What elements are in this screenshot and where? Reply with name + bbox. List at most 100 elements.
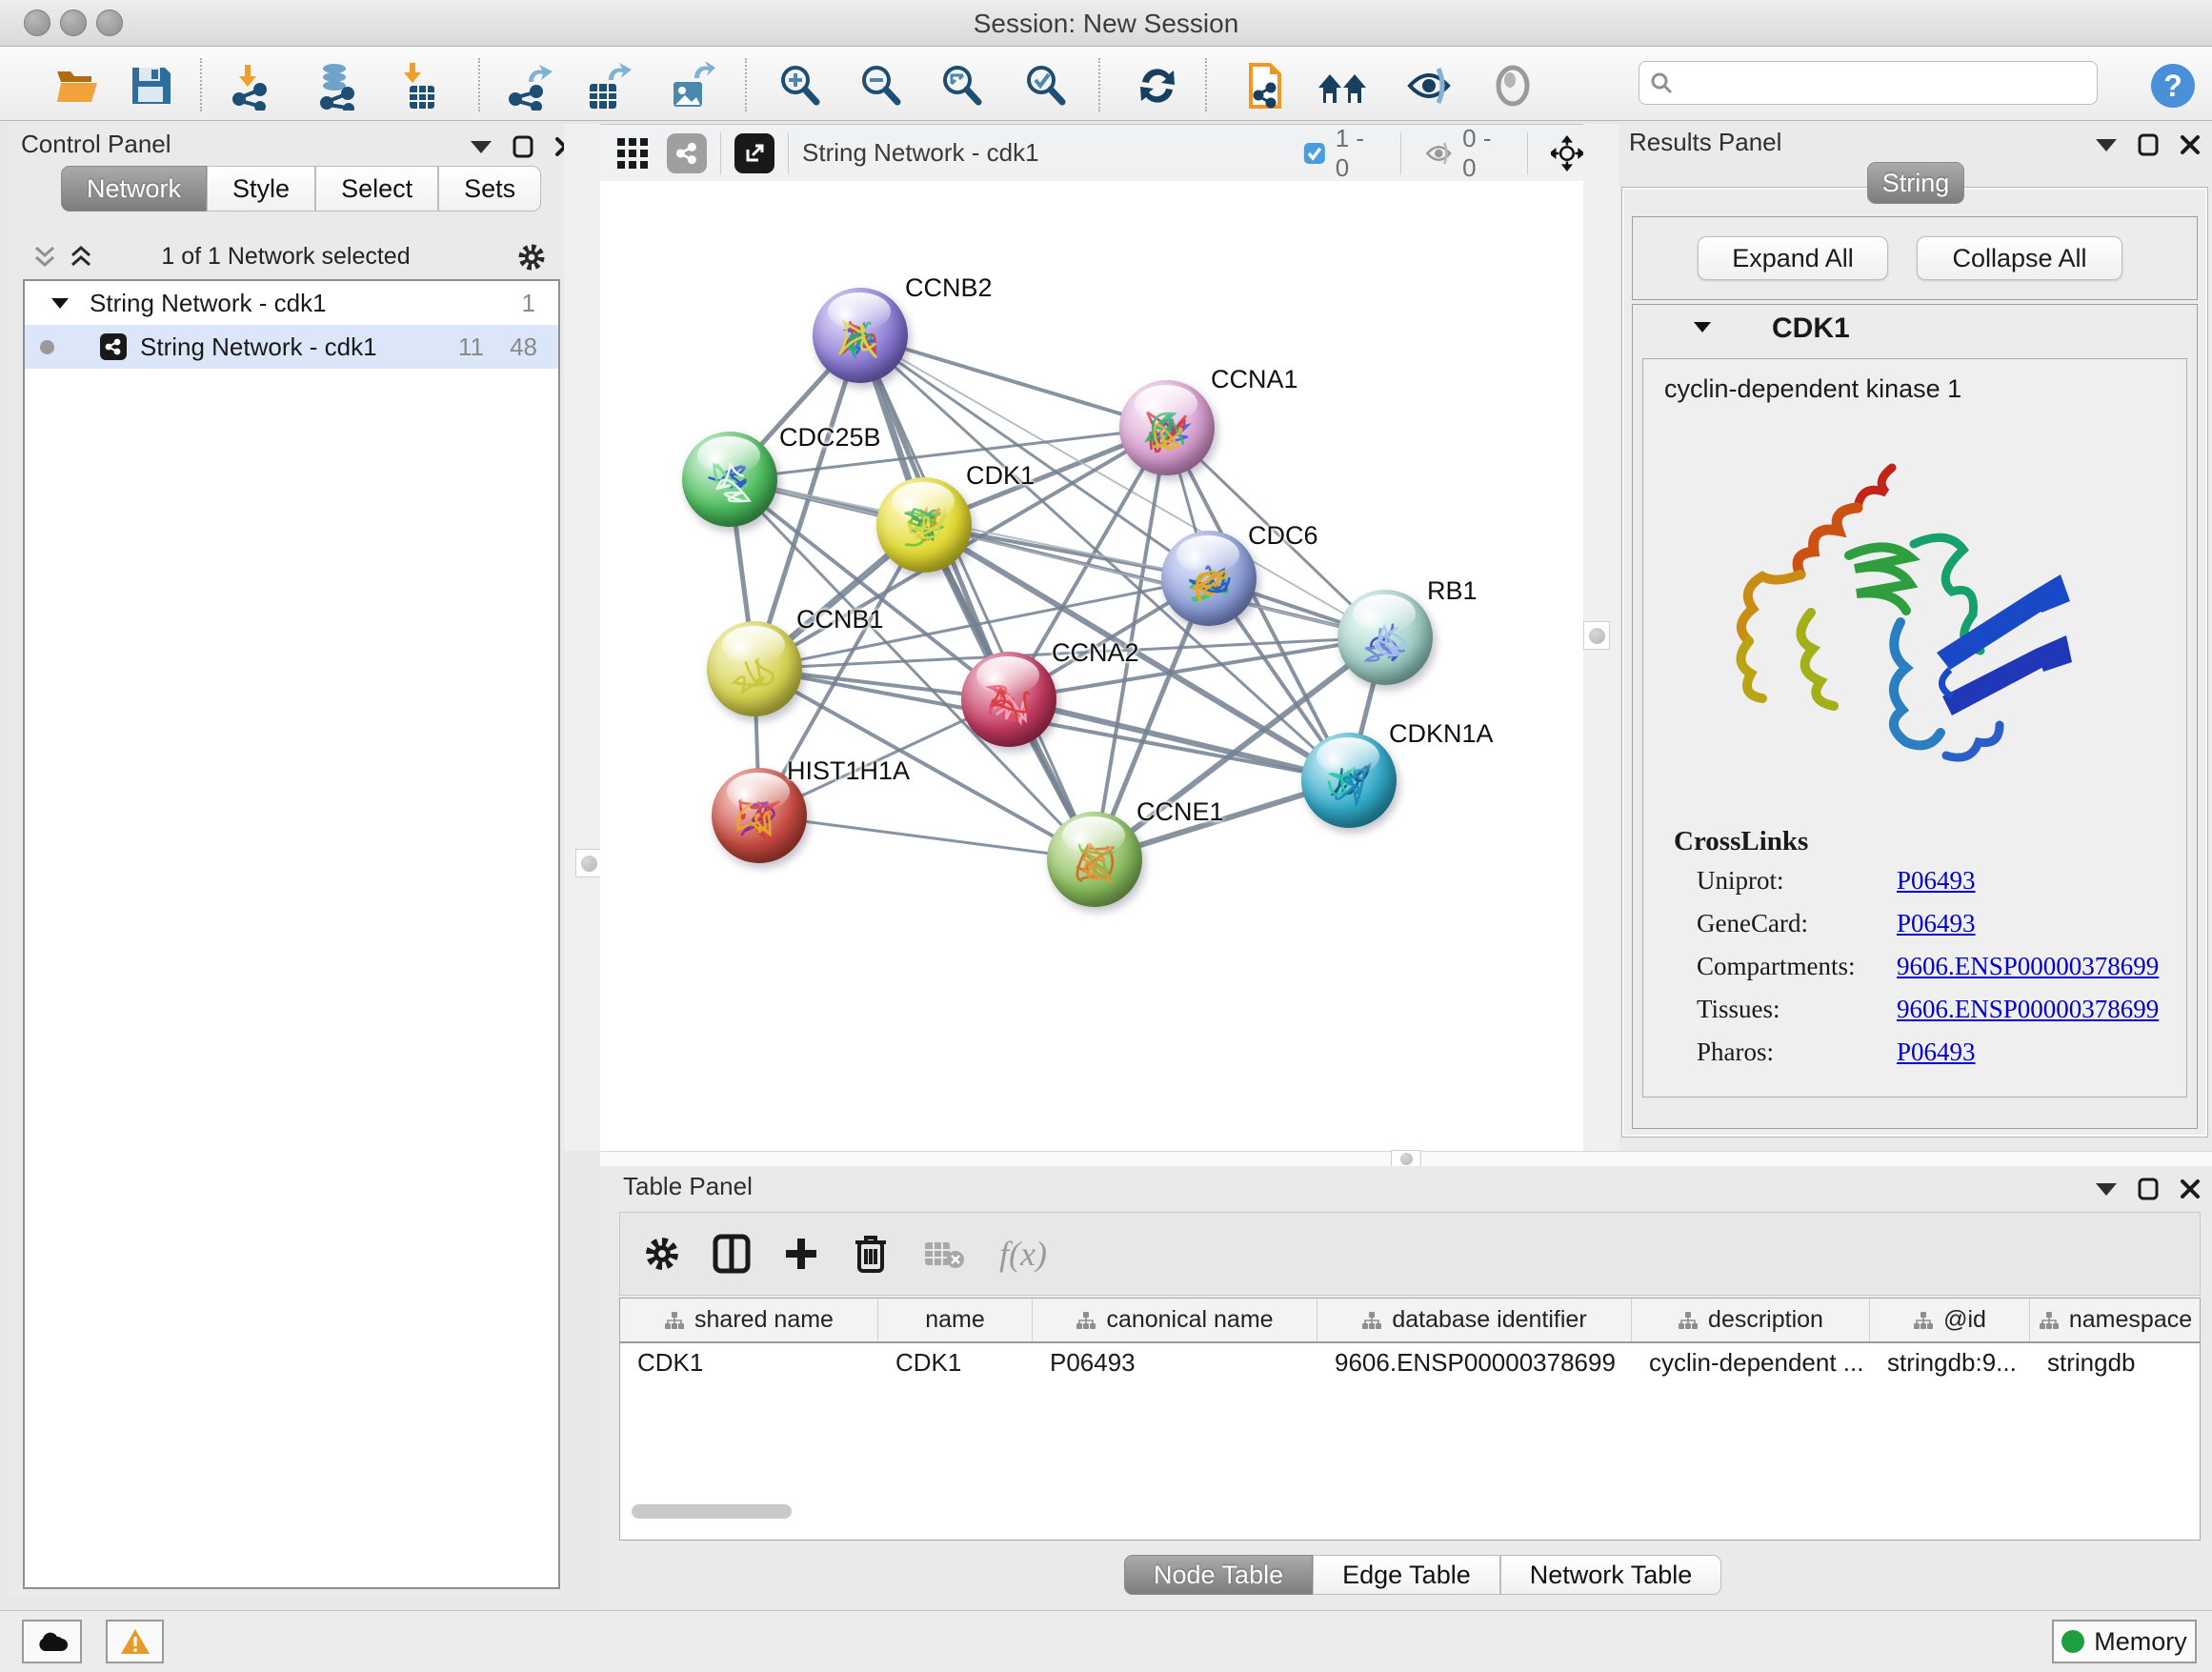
tab-node-table[interactable]: Node Table bbox=[1124, 1555, 1313, 1595]
column-header-description[interactable]: description bbox=[1632, 1299, 1870, 1341]
table-row[interactable]: CDK1CDK1P064939606.ENSP00000378699cyclin… bbox=[620, 1343, 2200, 1381]
edge-CCNA2-CDKN1A[interactable] bbox=[1009, 699, 1349, 780]
column-header-canonicalname[interactable]: canonical name bbox=[1033, 1299, 1317, 1341]
node-CDKN1A[interactable] bbox=[1301, 733, 1397, 828]
right-splitter-handle[interactable] bbox=[1583, 621, 1610, 650]
zoom-selected-icon[interactable] bbox=[1019, 59, 1073, 112]
table-panel-title: Table Panel bbox=[623, 1172, 753, 1201]
left-splitter-handle[interactable] bbox=[575, 849, 602, 877]
help-icon[interactable]: ? bbox=[2146, 59, 2200, 112]
add-column-icon[interactable] bbox=[782, 1235, 820, 1273]
fit-content-crosshair-icon[interactable] bbox=[1551, 134, 1583, 172]
edge-HIST1H1A-CCNE1[interactable] bbox=[759, 816, 1095, 859]
cell-namespace[interactable]: stringdb bbox=[2030, 1348, 2201, 1378]
save-session-icon[interactable] bbox=[124, 59, 177, 112]
node-CCNE1[interactable] bbox=[1047, 812, 1142, 907]
crosslink-link[interactable]: P06493 bbox=[1897, 909, 1976, 938]
export-table-icon[interactable] bbox=[580, 59, 633, 112]
gene-collapse-icon[interactable] bbox=[1694, 322, 1711, 332]
tab-edge-table[interactable]: Edge Table bbox=[1313, 1555, 1500, 1595]
left-splitter[interactable] bbox=[564, 124, 600, 1151]
eye-icon[interactable] bbox=[1486, 59, 1539, 112]
node-CCNB2[interactable] bbox=[813, 288, 908, 383]
hidden-eye-slash-icon[interactable] bbox=[1424, 139, 1453, 168]
cell-sharedname[interactable]: CDK1 bbox=[620, 1348, 878, 1378]
node-RB1[interactable] bbox=[1337, 590, 1433, 685]
zoom-in-icon[interactable] bbox=[774, 59, 827, 112]
import-network-database-icon[interactable] bbox=[312, 59, 365, 112]
export-network-icon[interactable] bbox=[502, 59, 555, 112]
tab-network-table[interactable]: Network Table bbox=[1500, 1555, 1722, 1595]
columns-icon[interactable] bbox=[712, 1233, 752, 1275]
zoom-out-icon[interactable] bbox=[855, 59, 908, 112]
tab-string[interactable]: String bbox=[1867, 162, 1964, 204]
node-CDC6[interactable] bbox=[1161, 531, 1257, 626]
network-row-selected[interactable]: String Network - cdk1 11 48 bbox=[25, 325, 558, 369]
network-collection-row[interactable]: String Network - cdk1 1 bbox=[25, 281, 558, 325]
crosslink-link[interactable]: P06493 bbox=[1897, 1037, 1976, 1067]
cell-databaseidentifier[interactable]: 9606.ENSP00000378699 bbox=[1317, 1348, 1632, 1378]
panel-menu-icon[interactable] bbox=[471, 141, 492, 153]
cell-canonicalname[interactable]: P06493 bbox=[1033, 1348, 1317, 1378]
node-gloss bbox=[697, 436, 760, 474]
panel-float-icon[interactable] bbox=[513, 135, 533, 158]
collapse-all-button[interactable]: Collapse All bbox=[1917, 236, 2122, 280]
tab-select[interactable]: Select bbox=[315, 166, 438, 212]
panel-menu-icon[interactable] bbox=[2096, 139, 2117, 151]
node-label-CCNA1: CCNA1 bbox=[1211, 365, 1298, 394]
column-header-name[interactable]: name bbox=[878, 1299, 1033, 1341]
panel-float-icon[interactable] bbox=[2138, 1178, 2159, 1200]
memory-button[interactable]: Memory bbox=[2052, 1620, 2197, 1663]
network-list: String Network - cdk1 1 String Network -… bbox=[23, 279, 560, 1589]
panel-close-icon[interactable] bbox=[2180, 1178, 2201, 1199]
control-panel: Control Panel NetworkStyleSelectSets 1 o… bbox=[8, 124, 564, 1597]
node-CDC25B[interactable] bbox=[682, 432, 777, 527]
expand-all-button[interactable]: Expand All bbox=[1698, 236, 1888, 280]
tab-network[interactable]: Network bbox=[61, 166, 207, 212]
import-network-file-icon[interactable] bbox=[226, 59, 279, 112]
node-CDK1[interactable] bbox=[876, 477, 972, 573]
node-CCNB1[interactable] bbox=[707, 621, 802, 716]
gear-icon[interactable] bbox=[643, 1235, 681, 1273]
open-session-icon[interactable] bbox=[50, 59, 104, 112]
crosslink-link[interactable]: 9606.ENSP00000378699 bbox=[1897, 952, 2159, 981]
export-image-icon[interactable] bbox=[664, 59, 717, 112]
scrollbar-thumb[interactable] bbox=[632, 1504, 792, 1519]
cell-description[interactable]: cyclin-dependent ... bbox=[1632, 1348, 1870, 1378]
tab-sets[interactable]: Sets bbox=[438, 166, 541, 212]
delete-column-icon[interactable] bbox=[853, 1233, 889, 1275]
column-header-id[interactable]: @id bbox=[1870, 1299, 2030, 1341]
column-header-sharedname[interactable]: shared name bbox=[620, 1299, 878, 1341]
houses-icon[interactable] bbox=[1317, 59, 1370, 112]
gear-icon[interactable] bbox=[516, 242, 547, 272]
function-builder-icon[interactable]: f(x) bbox=[999, 1234, 1047, 1274]
import-table-icon[interactable] bbox=[392, 59, 446, 112]
gene-name: CDK1 bbox=[1772, 312, 1850, 345]
string-file-share-icon[interactable] bbox=[1237, 59, 1291, 112]
selected-checkbox-icon[interactable] bbox=[1303, 140, 1326, 167]
warning-button[interactable] bbox=[106, 1620, 164, 1663]
cloud-button[interactable] bbox=[22, 1620, 82, 1663]
cell-name[interactable]: CDK1 bbox=[878, 1348, 1033, 1378]
eye-slash-icon[interactable] bbox=[1402, 59, 1456, 112]
tab-style[interactable]: Style bbox=[207, 166, 315, 212]
delete-table-icon[interactable] bbox=[923, 1237, 965, 1271]
shared-column-icon bbox=[1076, 1311, 1096, 1330]
table-horizontal-scrollbar[interactable] bbox=[626, 1504, 2194, 1520]
search-field[interactable] bbox=[1639, 61, 2098, 105]
column-header-databaseidentifier[interactable]: database identifier bbox=[1317, 1299, 1632, 1341]
crosslink-link[interactable]: P06493 bbox=[1897, 866, 1976, 896]
column-header-namespace[interactable]: namespace bbox=[2030, 1299, 2201, 1341]
zoom-fit-icon[interactable] bbox=[935, 59, 989, 112]
search-input[interactable] bbox=[1674, 69, 2059, 97]
network-canvas[interactable]: CCNB2CCNA1CDC25BCDK1CDC6RB1CCNB1CCNA2CDK… bbox=[600, 124, 1583, 1095]
crosslink-link[interactable]: 9606.ENSP00000378699 bbox=[1897, 995, 2159, 1024]
node-CCNA2[interactable] bbox=[961, 652, 1056, 747]
refresh-icon[interactable] bbox=[1131, 59, 1184, 112]
node-CCNA1[interactable] bbox=[1119, 380, 1215, 475]
panel-float-icon[interactable] bbox=[2138, 133, 2159, 156]
collection-collapse-icon[interactable] bbox=[51, 298, 69, 309]
panel-close-icon[interactable] bbox=[2180, 134, 2201, 155]
cell-id[interactable]: stringdb:9... bbox=[1870, 1348, 2030, 1378]
panel-menu-icon[interactable] bbox=[2096, 1183, 2117, 1196]
